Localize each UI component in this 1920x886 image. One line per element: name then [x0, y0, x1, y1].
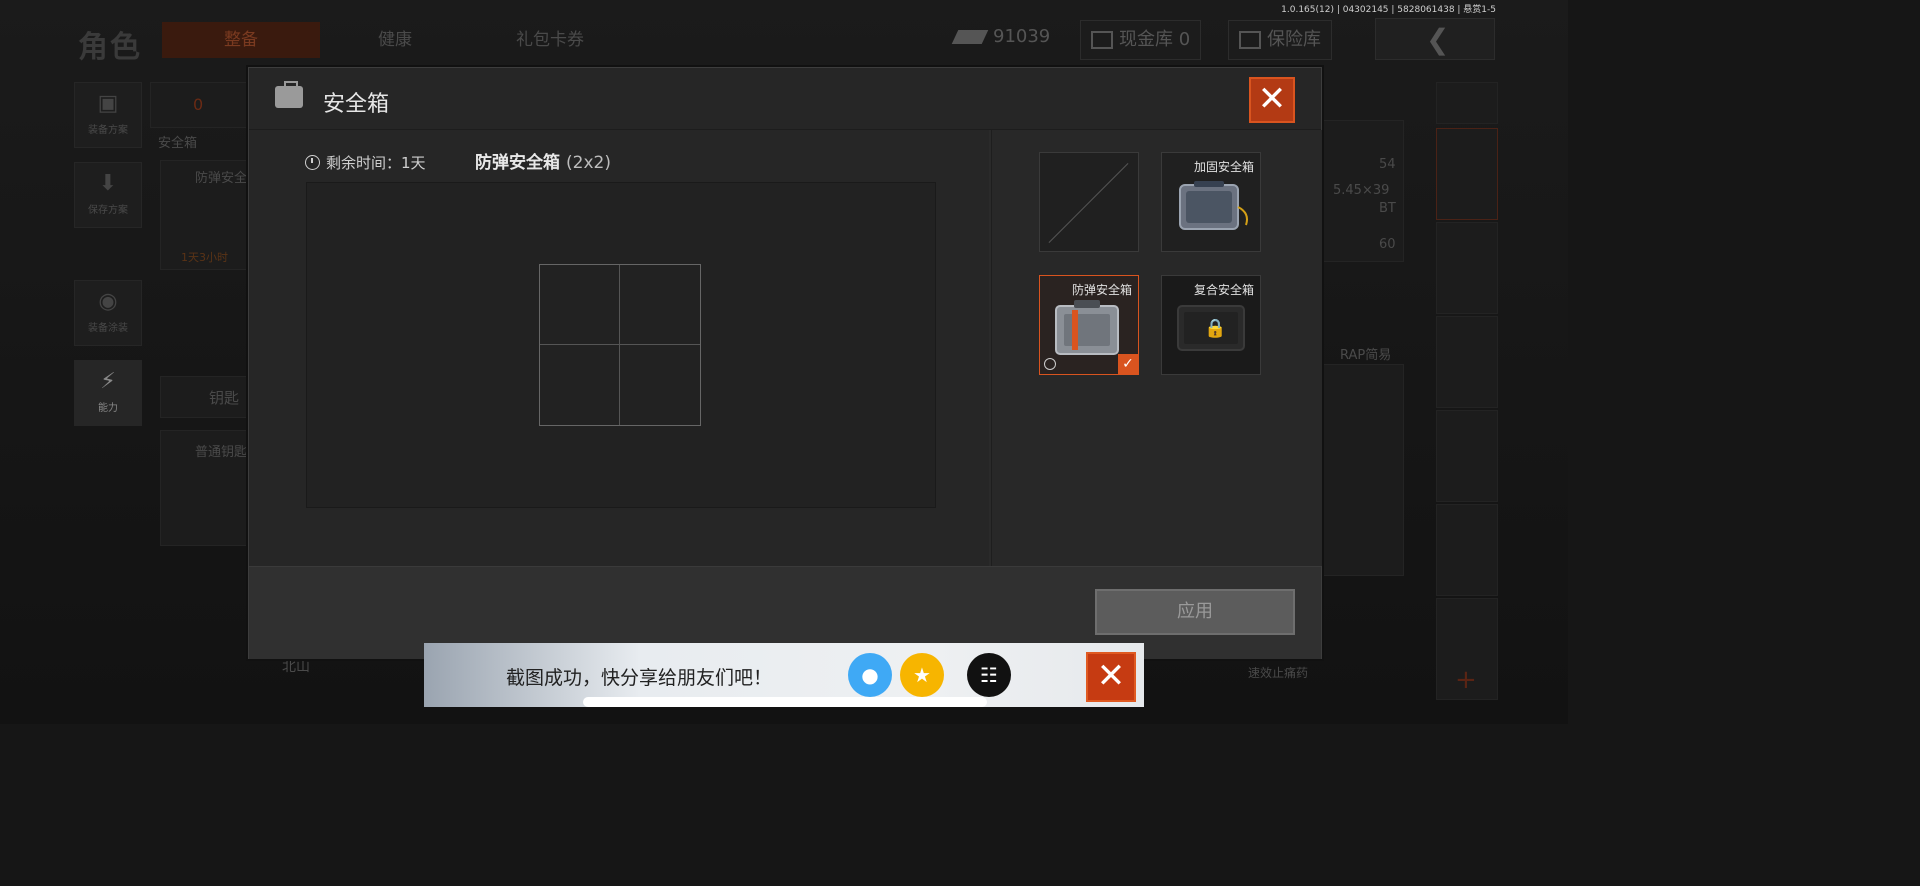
cash-vault-button[interactable]: 现金库 0 — [1080, 20, 1202, 60]
other-share-icon[interactable]: ☷ — [967, 653, 1011, 697]
download-icon: ⬇ — [98, 171, 118, 196]
close-icon: ✕ — [1096, 656, 1126, 696]
case-name-text: 防弹安全箱 — [475, 153, 560, 173]
case-slot-label: 加固安全箱 — [1193, 160, 1254, 174]
helmet-icon: ◉ — [98, 289, 118, 314]
sidebar-item-skin[interactable]: ◉ 装备涂装 — [74, 280, 142, 346]
back-button[interactable]: ❮ — [1375, 18, 1495, 60]
safe-box-modal: 安全箱 ✕ 剩余时间：1天 防弹安全箱 (2x2) 加固安全箱 防弹安全箱 ✓ … — [248, 67, 1322, 659]
bg-key-label: 钥匙 — [209, 389, 240, 407]
right-tab-rifle[interactable] — [1436, 316, 1498, 408]
vault-icon — [1091, 31, 1113, 49]
sidebar-item-save[interactable]: ⬇ 保存方案 — [74, 162, 142, 228]
case-slot-label: 复合安全箱 — [1193, 283, 1254, 297]
insurance-label: 保险库 — [1267, 29, 1321, 50]
case-slot-empty[interactable] — [1039, 152, 1139, 252]
briefcase-icon — [275, 81, 303, 108]
bg-key-header: 钥匙 — [160, 376, 252, 418]
plus-icon: + — [1455, 665, 1477, 695]
case-slot-label: 防弹安全箱 — [1071, 283, 1132, 297]
insurance-icon — [1239, 31, 1261, 49]
tab-gift-cards[interactable]: 礼包卡券 — [480, 22, 620, 58]
tab-equipment[interactable]: 整备 — [162, 22, 320, 58]
qzone-icon[interactable]: ★ — [900, 653, 944, 697]
bulletproof-case-icon — [1055, 300, 1119, 355]
bg-case-name: 防弹安全 — [195, 171, 248, 186]
bg-med-label: 速效止痛药 — [1248, 666, 1309, 680]
cash-vault-label: 现金库 0 — [1119, 29, 1191, 50]
timer-value: 1天 — [401, 154, 426, 172]
sidebar-item-label: 装备涂装 — [88, 323, 128, 334]
modal-title: 安全箱 — [323, 92, 390, 117]
bg-label: 60 — [1379, 237, 1396, 252]
grid-divider — [540, 344, 700, 345]
currency-value: 91039 — [993, 26, 1051, 47]
tab-health[interactable]: 健康 — [330, 22, 460, 58]
timer-icon — [1044, 358, 1056, 370]
section-title: 角色 — [78, 30, 142, 65]
sidebar-item-label: 装备方案 — [88, 125, 128, 136]
version-info: 1.0.165(12) | 04302145 | 5828061438 | 悬赏… — [1281, 5, 1496, 15]
bg-key-slot: 普通钥匙 — [160, 430, 252, 546]
apply-button[interactable]: 应用 — [1095, 589, 1295, 635]
bg-location: 北山 — [282, 659, 310, 675]
money-icon — [951, 30, 989, 44]
bg-label: 5.45×39 — [1333, 183, 1390, 198]
toast-message: 截图成功，快分享给朋友们吧！ — [506, 667, 773, 689]
bg-label: 54 — [1379, 157, 1396, 172]
bg-case-time: 1天3小时 — [181, 251, 228, 264]
home-indicator[interactable] — [583, 697, 987, 707]
bg-weapon-label: RAP简易 — [1340, 348, 1392, 363]
backpack-count: 0 — [193, 95, 204, 114]
right-tab-armor[interactable] — [1436, 222, 1498, 314]
backpack-icon: ▣ — [97, 91, 119, 116]
right-tab-stack[interactable] — [1436, 82, 1498, 124]
bg-safe-box-label: 安全箱 — [158, 136, 198, 151]
right-tab-ammo[interactable] — [1436, 504, 1498, 596]
lightning-icon: ⚡ — [100, 369, 116, 394]
close-icon: ✕ — [1257, 79, 1287, 119]
bg-weapon-slot — [1322, 364, 1404, 576]
reinforced-case-icon — [1179, 181, 1248, 230]
bg-ammo-slot: 54 5.45×39 BT 60 — [1322, 120, 1404, 262]
modal-header: 安全箱 ✕ — [249, 68, 1321, 130]
case-slot-composite[interactable]: 复合安全箱 🔒 — [1161, 275, 1261, 375]
back-arrow-icon: ❮ — [1426, 23, 1450, 56]
timer-label: 剩余时间： — [326, 154, 402, 172]
insurance-button[interactable]: 保险库 — [1228, 20, 1332, 60]
close-button[interactable]: ✕ — [1249, 77, 1295, 123]
case-slot-reinforced[interactable]: 加固安全箱 — [1161, 152, 1261, 252]
bg-label: BT — [1379, 201, 1396, 216]
case-slot-bulletproof[interactable]: 防弹安全箱 ✓ — [1039, 275, 1139, 375]
bg-key-item: 普通钥匙 — [195, 445, 248, 460]
grid-divider — [619, 265, 620, 425]
check-icon: ✓ — [1118, 354, 1138, 374]
sidebar-item-loadout[interactable]: ▣ 装备方案 — [74, 82, 142, 148]
toast-close-button[interactable]: ✕ — [1086, 652, 1136, 702]
sidebar-item-ability[interactable]: ⚡ 能力 — [74, 360, 142, 426]
right-tab-add[interactable]: + — [1436, 598, 1498, 700]
current-case-name: 防弹安全箱 (2x2) — [475, 148, 611, 173]
case-size-text: (2x2) — [566, 153, 611, 173]
sidebar-item-label: 能力 — [98, 403, 118, 414]
right-tab-helmet[interactable] — [1436, 128, 1498, 220]
bg-safe-box-slot: 防弹安全 1天3小时 — [160, 160, 252, 270]
remaining-time: 剩余时间：1天 — [305, 152, 426, 173]
storage-grid[interactable] — [539, 264, 701, 426]
clock-icon — [305, 155, 320, 170]
lock-icon: 🔒 — [1204, 318, 1227, 339]
qq-icon[interactable]: ● — [848, 653, 892, 697]
right-tab-magazine[interactable] — [1436, 410, 1498, 502]
currency-display: 91039 — [951, 26, 1051, 47]
sidebar-item-label: 保存方案 — [88, 205, 128, 216]
backpack-counter: 0 — [150, 82, 252, 128]
